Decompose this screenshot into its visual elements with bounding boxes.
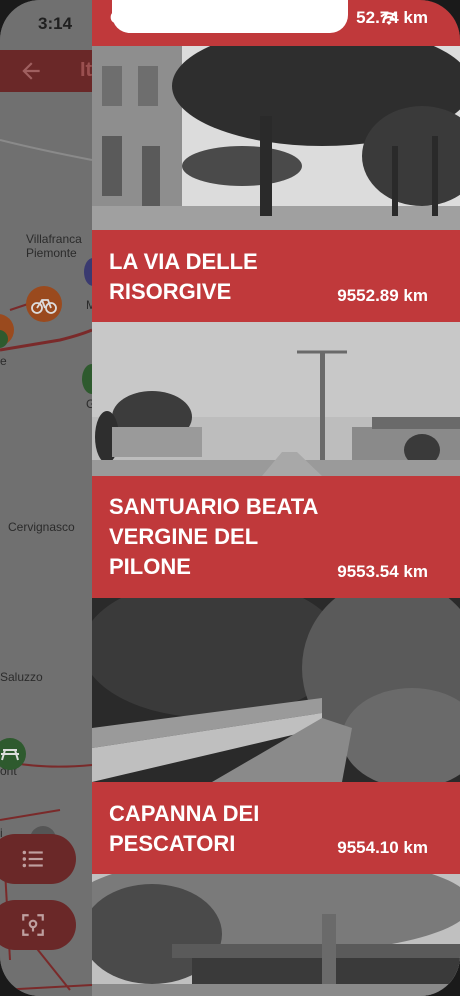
picnic-pin-icon[interactable] xyxy=(0,738,26,770)
place-banner: Santuario Beata Vergine del Pilone 9553.… xyxy=(92,476,460,598)
place-photo xyxy=(92,322,460,476)
place-photo xyxy=(92,598,460,782)
bike-pin-icon[interactable] xyxy=(26,286,62,322)
back-arrow-icon[interactable] xyxy=(18,58,44,84)
list-button[interactable] xyxy=(0,834,76,884)
place-photo xyxy=(92,46,460,230)
place-label-saluzzo: Saluzzo xyxy=(0,670,43,684)
place-label-cervignasco: Cervignasco xyxy=(8,520,75,534)
list-icon xyxy=(22,850,43,868)
previous-item-distance: 52.74 km xyxy=(356,8,428,27)
list-item[interactable]: La Via delle Risorgive 9552.89 km xyxy=(92,46,460,322)
place-banner: Capanna dei Pescatori 9554.10 km xyxy=(92,782,460,874)
device-notch xyxy=(112,0,348,33)
app-screen: 3:14 It Villafranca Piemonte Cervignasco… xyxy=(0,0,460,996)
place-name: La Via delle Risorgive xyxy=(109,249,258,304)
place-name: Santuario Beata Vergine del Pilone xyxy=(109,494,318,579)
place-label-villafranca: Villafranca Piemonte xyxy=(26,232,82,260)
map-header-title: It xyxy=(80,59,93,81)
place-label-partial: e xyxy=(0,354,7,368)
panel-top-bar: C 52.74 km xyxy=(92,0,460,46)
locate-button[interactable] xyxy=(0,900,76,950)
status-time: 3:14 xyxy=(38,14,73,33)
list-item[interactable]: Santuario Beata Vergine del Pilone 9553.… xyxy=(92,322,460,598)
place-photo xyxy=(92,874,460,996)
place-name: Capanna dei Pescatori xyxy=(109,801,260,856)
place-banner: La Via delle Risorgive 9552.89 km xyxy=(92,230,460,322)
places-list-panel: La Via delle Risorgive 9552.89 km xyxy=(92,0,460,996)
place-distance: 9554.10 km xyxy=(337,838,428,857)
location-scan-icon xyxy=(22,914,44,936)
list-item[interactable]: Capanna dei Pescatori 9554.10 km xyxy=(92,598,460,874)
place-distance: 9553.54 km xyxy=(337,562,428,581)
list-item[interactable] xyxy=(92,874,460,996)
place-distance: 9552.89 km xyxy=(337,286,428,305)
